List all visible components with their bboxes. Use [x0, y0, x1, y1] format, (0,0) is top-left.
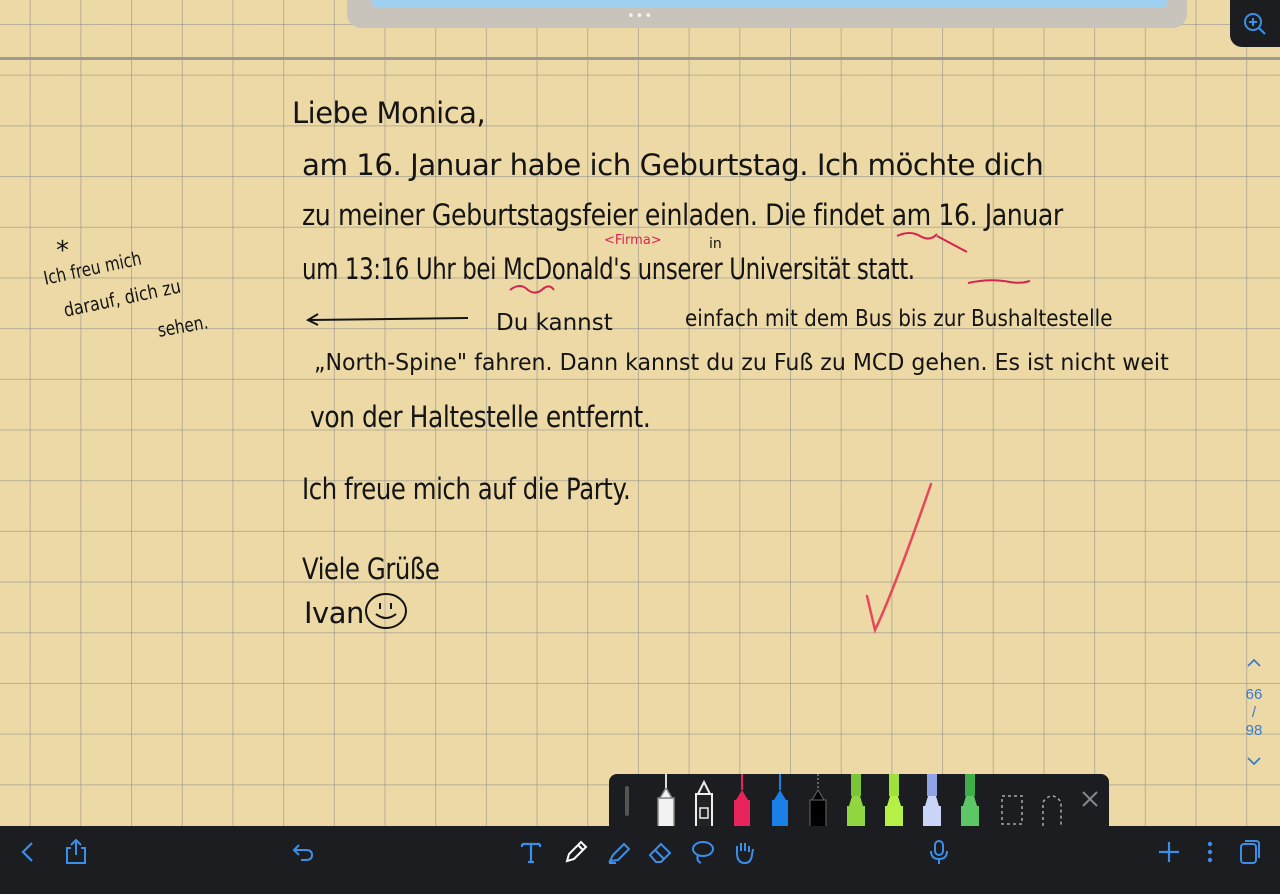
correction-marks [509, 232, 1031, 294]
letter-signature: Ivan [304, 596, 364, 630]
pen-tool-icon[interactable] [558, 834, 594, 870]
zoom-in-icon [1244, 12, 1266, 35]
tool-palette [609, 774, 1109, 826]
side-note-star: * [56, 236, 69, 266]
zoom-button[interactable] [1230, 0, 1280, 47]
letter-line: „North-Spine" fahren. Dann kannst du zu … [314, 350, 1169, 376]
bottom-toolbar [0, 826, 1280, 894]
smiley-icon [365, 593, 407, 629]
black-pen-selected-tool[interactable] [687, 774, 721, 826]
highlighter-icon[interactable] [601, 834, 637, 870]
drag-handle-icon[interactable]: ••• [627, 9, 653, 24]
back-icon[interactable] [10, 834, 46, 870]
letter-greeting: Liebe Monica, [292, 96, 486, 130]
white-pen-tool[interactable] [649, 774, 683, 826]
text-tool-icon[interactable] [513, 834, 549, 870]
previous-page-edge [372, 0, 1167, 7]
eraser-icon[interactable] [642, 834, 678, 870]
pink-pen-tool[interactable] [725, 774, 759, 826]
page-total: 98 [1245, 722, 1263, 739]
more-icon[interactable] [1192, 834, 1228, 870]
black-pen-tool[interactable] [801, 774, 835, 826]
palette-handle[interactable] [625, 786, 629, 816]
close-icon[interactable] [1081, 790, 1099, 808]
notebook-page[interactable]: ••• Liebe Monica, am 16. Januar habe ich… [0, 0, 1280, 826]
undo-icon[interactable] [285, 834, 321, 870]
shape-tool[interactable] [995, 774, 1029, 826]
letter-line: am 16. Januar habe ich Geburtstag. Ich m… [302, 148, 1044, 182]
blue-pen-tool[interactable] [763, 774, 797, 826]
page-current: 66 [1245, 686, 1263, 703]
letter-line: Ich freue mich auf die Party. [302, 472, 631, 506]
side-note-line: sehen. [156, 311, 210, 342]
lime-highlighter-tool[interactable] [877, 774, 911, 826]
letter-line: einfach mit dem Bus bis zur Bushaltestel… [685, 306, 1113, 332]
share-icon[interactable] [58, 834, 94, 870]
checkmark-icon [865, 482, 933, 634]
page-divider [0, 57, 1280, 60]
letter-closing: Viele Grüße [302, 552, 440, 586]
previous-page-tab[interactable]: ••• [347, 0, 1187, 28]
tape-tool[interactable] [1035, 774, 1069, 826]
mint-highlighter-tool[interactable] [953, 774, 987, 826]
page-separator: / [1251, 704, 1257, 721]
hand-tool-icon[interactable] [726, 834, 762, 870]
letter-line: von der Haltestelle entfernt. [310, 400, 651, 434]
microphone-icon[interactable] [921, 834, 957, 870]
arrow-icon [305, 313, 469, 326]
page-indicator[interactable]: 66 / 98 [1236, 655, 1272, 770]
chevron-down-icon[interactable] [1247, 756, 1261, 766]
lavender-highlighter-tool[interactable] [915, 774, 949, 826]
green-highlighter-tool[interactable] [839, 774, 873, 826]
add-page-icon[interactable] [1151, 834, 1187, 870]
pages-icon[interactable] [1232, 834, 1268, 870]
lasso-icon[interactable] [685, 834, 721, 870]
letter-line: Du kannst [496, 310, 613, 336]
chevron-up-icon[interactable] [1247, 658, 1261, 668]
